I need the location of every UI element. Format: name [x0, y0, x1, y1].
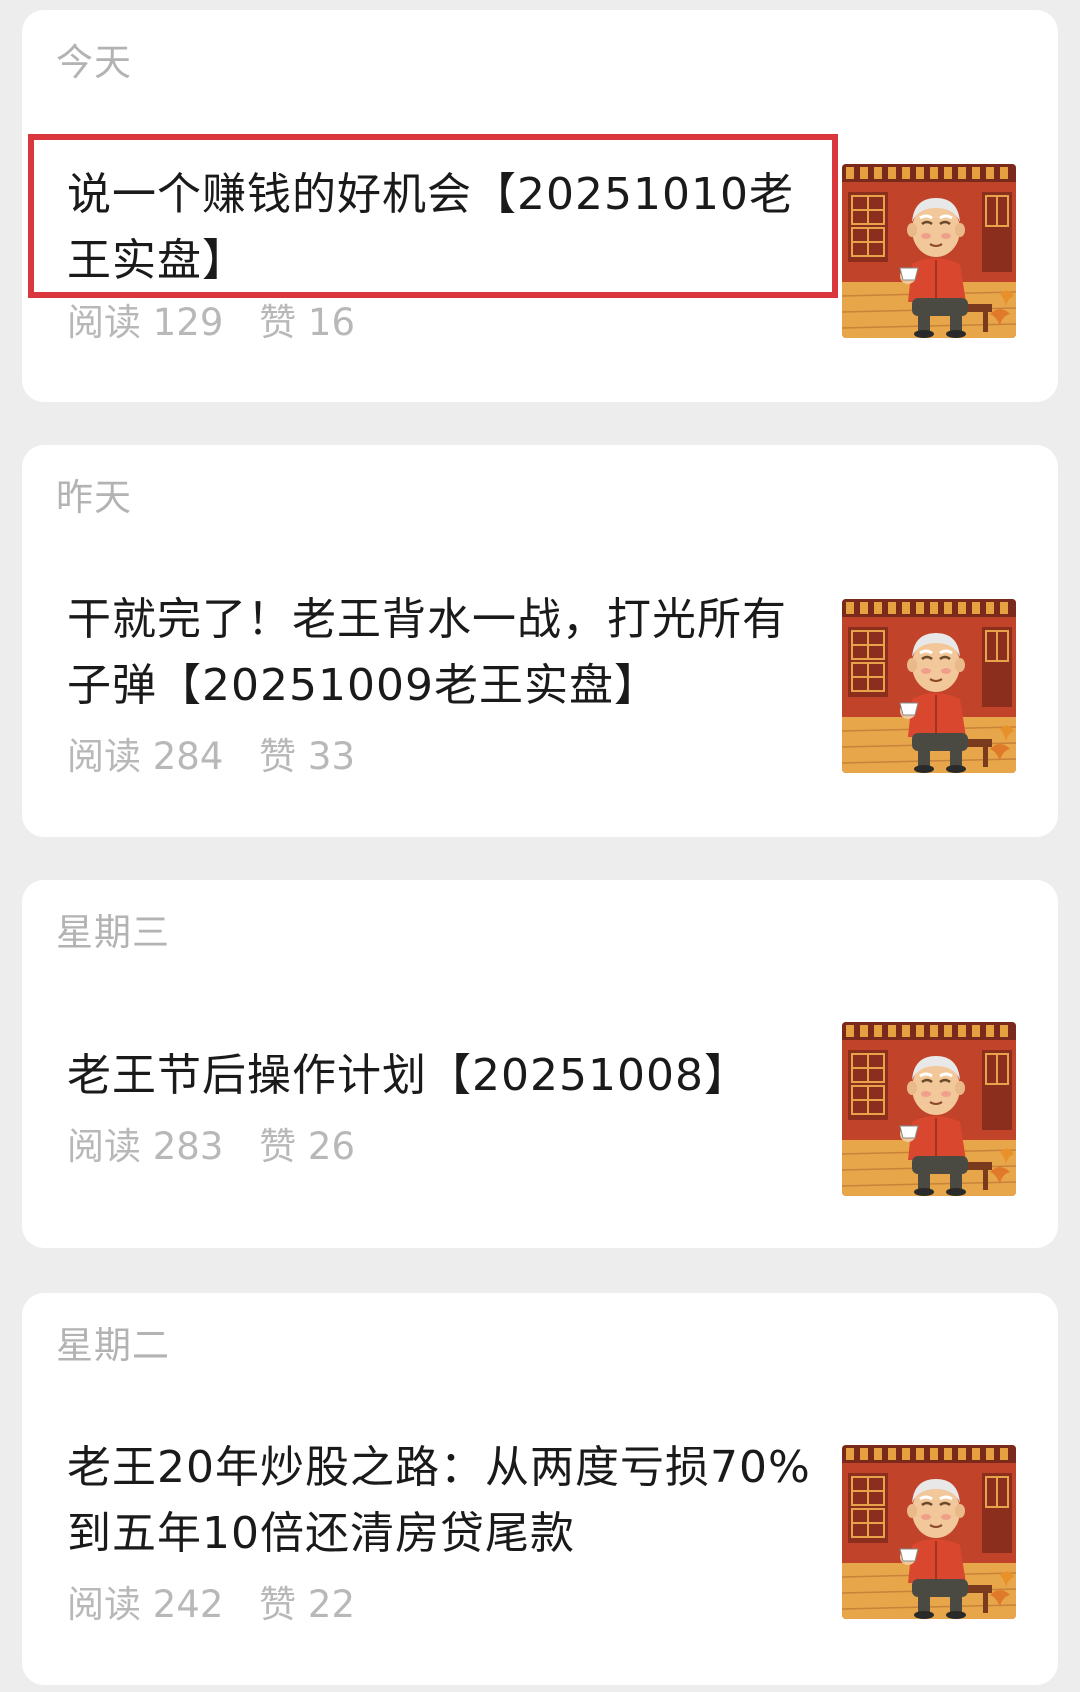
- article-title[interactable]: 干就完了！老王背水一战，打光所有子弹【20251009老王实盘】: [67, 587, 827, 719]
- thumbnail-image[interactable]: [842, 599, 1016, 773]
- article-card-3[interactable]: 星期三 老王节后操作计划【20251008】 阅读 283 赞 26: [22, 880, 1058, 1248]
- elderly-man-tea-illustration: [842, 164, 1016, 338]
- article-stats: 阅读 283 赞 26: [67, 1128, 355, 1165]
- reads-count: 242: [152, 1583, 224, 1626]
- likes-label: 赞: [259, 735, 297, 778]
- reads-count: 283: [152, 1125, 224, 1168]
- likes-count: 16: [307, 301, 356, 344]
- article-stats: 阅读 129 赞 16: [67, 304, 355, 341]
- thumbnail-image[interactable]: [842, 1445, 1016, 1619]
- likes-count: 33: [307, 735, 356, 778]
- day-label: 昨天: [56, 476, 132, 519]
- highlight-box: [28, 134, 838, 298]
- likes-label: 赞: [259, 1583, 297, 1626]
- article-card-4[interactable]: 星期二 老王20年炒股之路：从两度亏损70%到五年10倍还清房贷尾款 阅读 24…: [22, 1293, 1058, 1685]
- elderly-man-tea-illustration: [842, 1022, 1016, 1196]
- article-stats: 阅读 284 赞 33: [67, 738, 355, 775]
- reads-label: 阅读: [67, 1583, 141, 1626]
- likes-label: 赞: [259, 301, 297, 344]
- article-title[interactable]: 老王20年炒股之路：从两度亏损70%到五年10倍还清房贷尾款: [67, 1435, 827, 1567]
- day-label: 星期二: [56, 1324, 170, 1367]
- article-card-2[interactable]: 昨天 干就完了！老王背水一战，打光所有子弹【20251009老王实盘】 阅读 2…: [22, 445, 1058, 837]
- reads-label: 阅读: [67, 301, 141, 344]
- elderly-man-tea-illustration: [842, 599, 1016, 773]
- thumbnail-image[interactable]: [842, 164, 1016, 338]
- article-title[interactable]: 老王节后操作计划【20251008】: [67, 1043, 827, 1109]
- likes-label: 赞: [259, 1125, 297, 1168]
- elderly-man-tea-illustration: [842, 1445, 1016, 1619]
- thumbnail-image[interactable]: [842, 1022, 1016, 1196]
- article-stats: 阅读 242 赞 22: [67, 1586, 355, 1623]
- day-label: 今天: [56, 41, 132, 84]
- likes-count: 22: [307, 1583, 356, 1626]
- likes-count: 26: [307, 1125, 356, 1168]
- day-label: 星期三: [56, 911, 170, 954]
- reads-count: 129: [152, 301, 224, 344]
- reads-count: 284: [152, 735, 224, 778]
- reads-label: 阅读: [67, 1125, 141, 1168]
- reads-label: 阅读: [67, 735, 141, 778]
